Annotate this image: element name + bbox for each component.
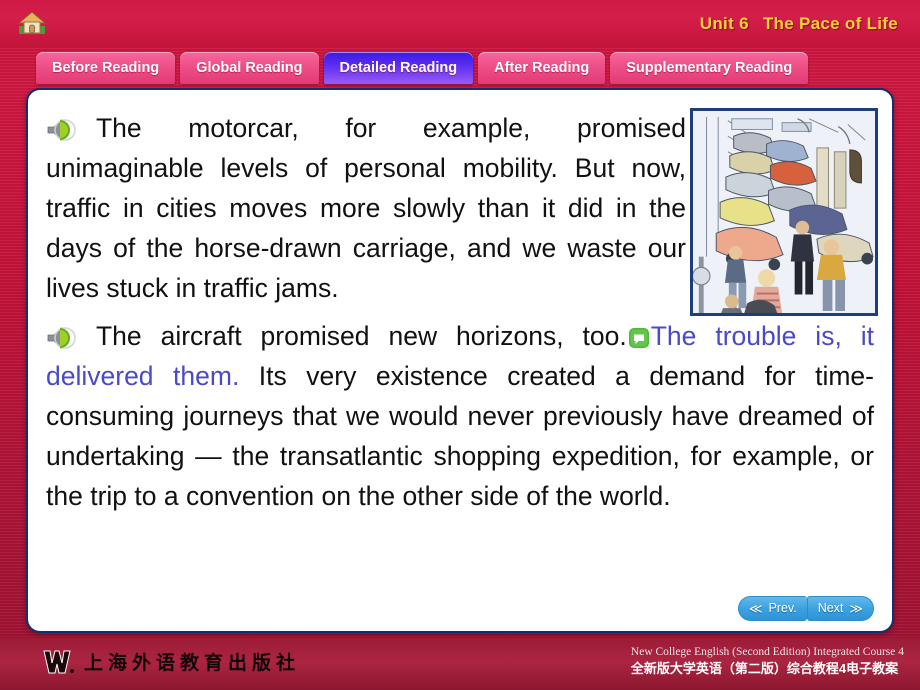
tab-global-reading[interactable]: Global Reading — [180, 52, 319, 84]
prev-chevron-icon: ≪ — [748, 601, 763, 616]
content-panel: The motorcar, for example, promised unim… — [26, 88, 894, 633]
next-button[interactable]: Next ≫ — [806, 596, 874, 621]
top-header-bar: Unit 6 The Pace of Life — [0, 0, 920, 48]
slide-root: Unit 6 The Pace of Life Before Reading Gl… — [0, 0, 920, 690]
section-tabbar: Before Reading Global Reading Detailed R… — [0, 52, 920, 88]
footer-titles: New College English (Second Edition) Int… — [631, 644, 904, 678]
speaker-audio-icon-2[interactable] — [46, 322, 76, 349]
next-button-label: Next — [817, 601, 844, 615]
prev-button[interactable]: ≪ Prev. — [737, 596, 807, 621]
prev-button-label: Prev. — [768, 601, 797, 615]
footer-title-en: New College English (Second Edition) Int… — [630, 646, 904, 658]
paragraph-two-lead-text: The aircraft promised new horizons, too. — [96, 321, 627, 351]
paragraph-one-text: The motorcar, for example, promised unim… — [46, 113, 686, 303]
footer-title-cn: 全新版大学英语（第二版）综合教程4电子教案 — [630, 661, 899, 676]
tab-before-reading[interactable]: Before Reading — [36, 52, 176, 84]
speaker-audio-icon[interactable] — [46, 114, 76, 141]
unit-title-text: The Pace of Life — [762, 14, 898, 33]
tab-detailed-reading[interactable]: Detailed Reading — [323, 52, 474, 84]
next-chevron-icon: ≫ — [849, 601, 863, 616]
paragraph-one: The motorcar, for example, promised unim… — [46, 108, 686, 308]
slide-navigation: ≪ Prev. Next ≫ — [737, 596, 874, 621]
paragraph-two: The aircraft promised new horizons, too.… — [46, 316, 874, 516]
tab-after-reading[interactable]: After Reading — [478, 52, 606, 84]
home-icon[interactable] — [17, 10, 47, 36]
traffic-jam-illustration — [690, 108, 878, 316]
tab-supplementary-reading[interactable]: Supplementary Reading — [610, 52, 809, 84]
publisher-name: 上海外语教育出版社 — [84, 653, 301, 674]
page-title: Unit 6 The Pace of Life — [700, 14, 898, 34]
publisher-logo: 上海外语教育出版社 — [42, 648, 300, 675]
sflep-w-logo-icon — [42, 649, 76, 675]
comment-bubble-icon[interactable] — [628, 320, 650, 348]
unit-number: Unit 6 — [699, 14, 749, 33]
footer-bar: 上海外语教育出版社 New College English (Second Ed… — [0, 638, 920, 690]
